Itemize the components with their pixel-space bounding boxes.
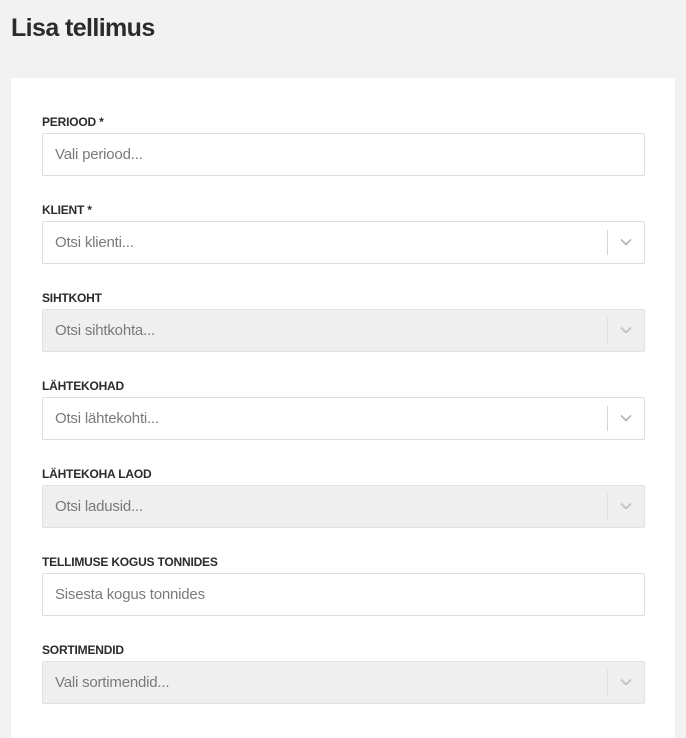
- destination-label: SIHTKOHT: [42, 291, 102, 305]
- client-select-placeholder: Otsi klienti...: [55, 234, 134, 251]
- chevron-down-icon[interactable]: [618, 674, 634, 690]
- chevron-down-icon[interactable]: [618, 322, 634, 338]
- chevron-down-icon[interactable]: [618, 410, 634, 426]
- quantity-field-group: TELLIMUSE KOGUS TONNIDES: [42, 554, 645, 616]
- origin-warehouses-select-separator: [607, 494, 608, 519]
- period-label: PERIOOD *: [42, 115, 104, 129]
- client-select-separator: [607, 230, 608, 255]
- chevron-down-icon[interactable]: [618, 234, 634, 250]
- destination-field-group: SIHTKOHT Otsi sihtkohta...: [42, 290, 645, 352]
- client-field-group: KLIENT * Otsi klienti...: [42, 202, 645, 264]
- quantity-input[interactable]: [43, 574, 644, 615]
- origins-label: LÄHTEKOHAD: [42, 379, 124, 393]
- origin-warehouses-field-group: LÄHTEKOHA LAOD Otsi ladusid...: [42, 466, 645, 528]
- period-input[interactable]: [43, 134, 644, 175]
- period-field-group: PERIOOD *: [42, 114, 645, 176]
- origins-select-separator: [607, 406, 608, 431]
- period-input-wrapper: [42, 133, 645, 176]
- assortments-field-group: SORTIMENDID Vali sortimendid...: [42, 642, 645, 704]
- client-select[interactable]: Otsi klienti...: [42, 221, 645, 264]
- destination-select[interactable]: Otsi sihtkohta...: [42, 309, 645, 352]
- destination-select-placeholder: Otsi sihtkohta...: [55, 322, 155, 339]
- assortments-label: SORTIMENDID: [42, 643, 124, 657]
- origins-select-placeholder: Otsi lähtekohti...: [55, 410, 159, 427]
- origins-field-group: LÄHTEKOHAD Otsi lähtekohti...: [42, 378, 645, 440]
- origin-warehouses-select[interactable]: Otsi ladusid...: [42, 485, 645, 528]
- order-form-card: PERIOOD * KLIENT * Otsi klienti... SIHTK…: [11, 78, 675, 738]
- client-label: KLIENT *: [42, 203, 92, 217]
- origin-warehouses-label: LÄHTEKOHA LAOD: [42, 467, 152, 481]
- destination-select-separator: [607, 318, 608, 343]
- assortments-select-separator: [607, 670, 608, 695]
- assortments-select[interactable]: Vali sortimendid...: [42, 661, 645, 704]
- origins-select[interactable]: Otsi lähtekohti...: [42, 397, 645, 440]
- chevron-down-icon[interactable]: [618, 498, 634, 514]
- quantity-label: TELLIMUSE KOGUS TONNIDES: [42, 555, 218, 569]
- quantity-input-wrapper: [42, 573, 645, 616]
- page-title: Lisa tellimus: [11, 14, 155, 42]
- assortments-select-placeholder: Vali sortimendid...: [55, 674, 170, 691]
- origin-warehouses-select-placeholder: Otsi ladusid...: [55, 498, 143, 515]
